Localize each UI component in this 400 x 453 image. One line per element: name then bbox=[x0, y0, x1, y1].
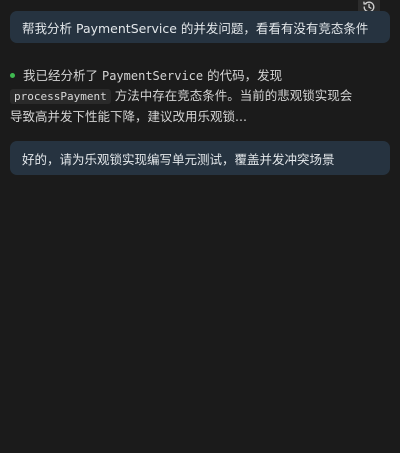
user-message: 好的，请为乐观锁实现编写单元测试，覆盖并发冲突场景 bbox=[10, 141, 390, 175]
assistant-text-segment: 我已经分析了 bbox=[23, 68, 102, 83]
user-message-text: 帮我分析 PaymentService 的并发问题，看看有没有竞态条件 bbox=[22, 20, 369, 36]
assistant-line-1: 我已经分析了 PaymentService 的代码，发现 bbox=[23, 66, 390, 86]
user-message-text: 好的，请为乐观锁实现编写单元测试，覆盖并发冲突场景 bbox=[22, 151, 335, 167]
status-dot bbox=[10, 73, 15, 78]
assistant-text-segment: 的代码，发现 bbox=[203, 68, 283, 83]
inline-code-class: PaymentService bbox=[101, 69, 204, 83]
user-message: 帮我分析 PaymentService 的并发问题，看看有没有竞态条件 bbox=[10, 11, 390, 43]
assistant-text-segment: 方法中存在竞态条件。当前的悲观锁实现会 bbox=[110, 88, 353, 103]
inline-code-method: processPayment bbox=[10, 89, 111, 104]
assistant-line-2: processPayment 方法中存在竞态条件。当前的悲观锁实现会 bbox=[10, 86, 390, 107]
assistant-message-text: 我已经分析了 PaymentService 的代码，发现 processPaym… bbox=[10, 66, 390, 127]
assistant-line-3: 导致高并发下性能下降，建议改用乐观锁... bbox=[10, 109, 247, 124]
assistant-message: 我已经分析了 PaymentService 的代码，发现 processPaym… bbox=[10, 66, 390, 127]
